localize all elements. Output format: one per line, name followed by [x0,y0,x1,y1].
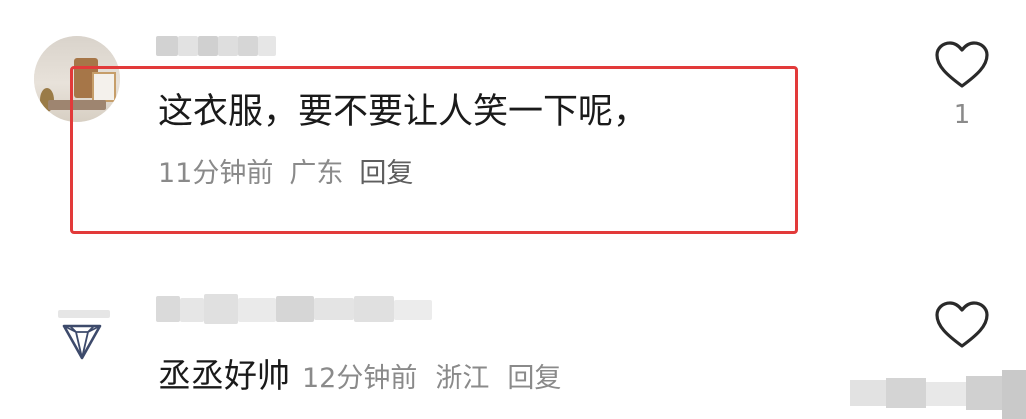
username-blurred[interactable] [156,292,432,326]
like-button[interactable] [934,40,990,90]
comment-location: 广东 [289,158,344,189]
comment-location: 浙江 [435,363,490,394]
like-count: 1 [953,100,971,130]
comment-line: 丞丞好帅 12分钟前 浙江 回复 [158,352,561,403]
comment-time: 12分钟前 [302,363,418,394]
avatar[interactable] [54,310,110,366]
comment-text: 丞丞好帅 [158,356,290,395]
like-button[interactable] [934,300,990,350]
comment-text: 这衣服，要不要让人笑一下呢， [158,92,649,132]
comment-time: 11分钟前 [158,158,274,189]
heart-outline-icon [935,301,989,348]
comment-meta: 11分钟前 广东 回复 [158,156,413,192]
blurred-watermark [838,370,1026,419]
heart-outline-icon [935,41,989,88]
diamond-icon [62,324,102,360]
reply-button[interactable]: 回复 [359,158,413,189]
reply-button[interactable]: 回复 [507,363,561,394]
username-blurred[interactable] [156,36,276,56]
avatar-blur [58,310,110,318]
